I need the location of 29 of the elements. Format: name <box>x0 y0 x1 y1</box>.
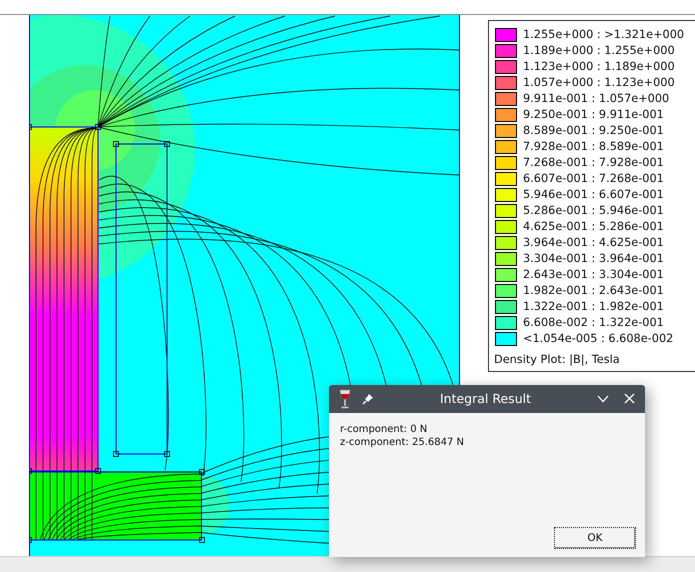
legend-label: 1.057e+000 : 1.123e+000 <box>523 76 675 90</box>
legend-label: 6.608e-002 : 1.322e-001 <box>523 316 664 330</box>
legend-label: 5.946e-001 : 6.607e-001 <box>523 188 664 202</box>
legend-label: 1.982e-001 : 2.643e-001 <box>523 284 664 298</box>
legend-label: 1.255e+000 : >1.321e+000 <box>523 28 684 42</box>
legend-label: 4.625e-001 : 5.286e-001 <box>523 220 664 234</box>
result-text: z-component: 25.6847 N <box>340 436 465 449</box>
legend-label: 1.189e+000 : 1.255e+000 <box>523 44 675 58</box>
ok-button[interactable]: OK <box>554 526 636 549</box>
legend-label: 1.123e+000 : 1.189e+000 <box>523 60 675 74</box>
dialog-title: Integral Result <box>438 391 532 406</box>
legend-caption: Density Plot: |B|, Tesla <box>494 352 621 366</box>
legend-label: 8.589e-001 : 9.250e-001 <box>523 124 664 138</box>
legend-label: <1.054e-005 : 6.608e-002 <box>523 332 674 346</box>
legend-label: 2.643e-001 : 3.304e-001 <box>523 268 664 282</box>
chevron-down-icon[interactable] <box>597 394 609 403</box>
legend-label: 9.250e-001 : 9.911e-001 <box>523 108 664 122</box>
legend-label: 3.304e-001 : 3.964e-001 <box>523 252 664 266</box>
legend-label: 6.607e-001 : 7.268e-001 <box>523 172 664 186</box>
legend-label: 7.268e-001 : 7.928e-001 <box>523 156 664 170</box>
close-icon[interactable] <box>624 393 635 404</box>
wine-glass-icon <box>339 388 351 409</box>
legend-label: 9.911e-001 : 1.057e+000 <box>523 92 670 106</box>
legend-label: 3.964e-001 : 4.625e-001 <box>523 236 664 250</box>
legend-label: 7.928e-001 : 8.589e-001 <box>523 140 664 154</box>
legend-label: 5.286e-001 : 5.946e-001 <box>523 204 664 218</box>
pin-icon[interactable] <box>362 392 374 405</box>
result-text: r-component: 0 N <box>340 422 428 436</box>
legend-label: 1.322e-001 : 1.982e-001 <box>523 300 664 314</box>
